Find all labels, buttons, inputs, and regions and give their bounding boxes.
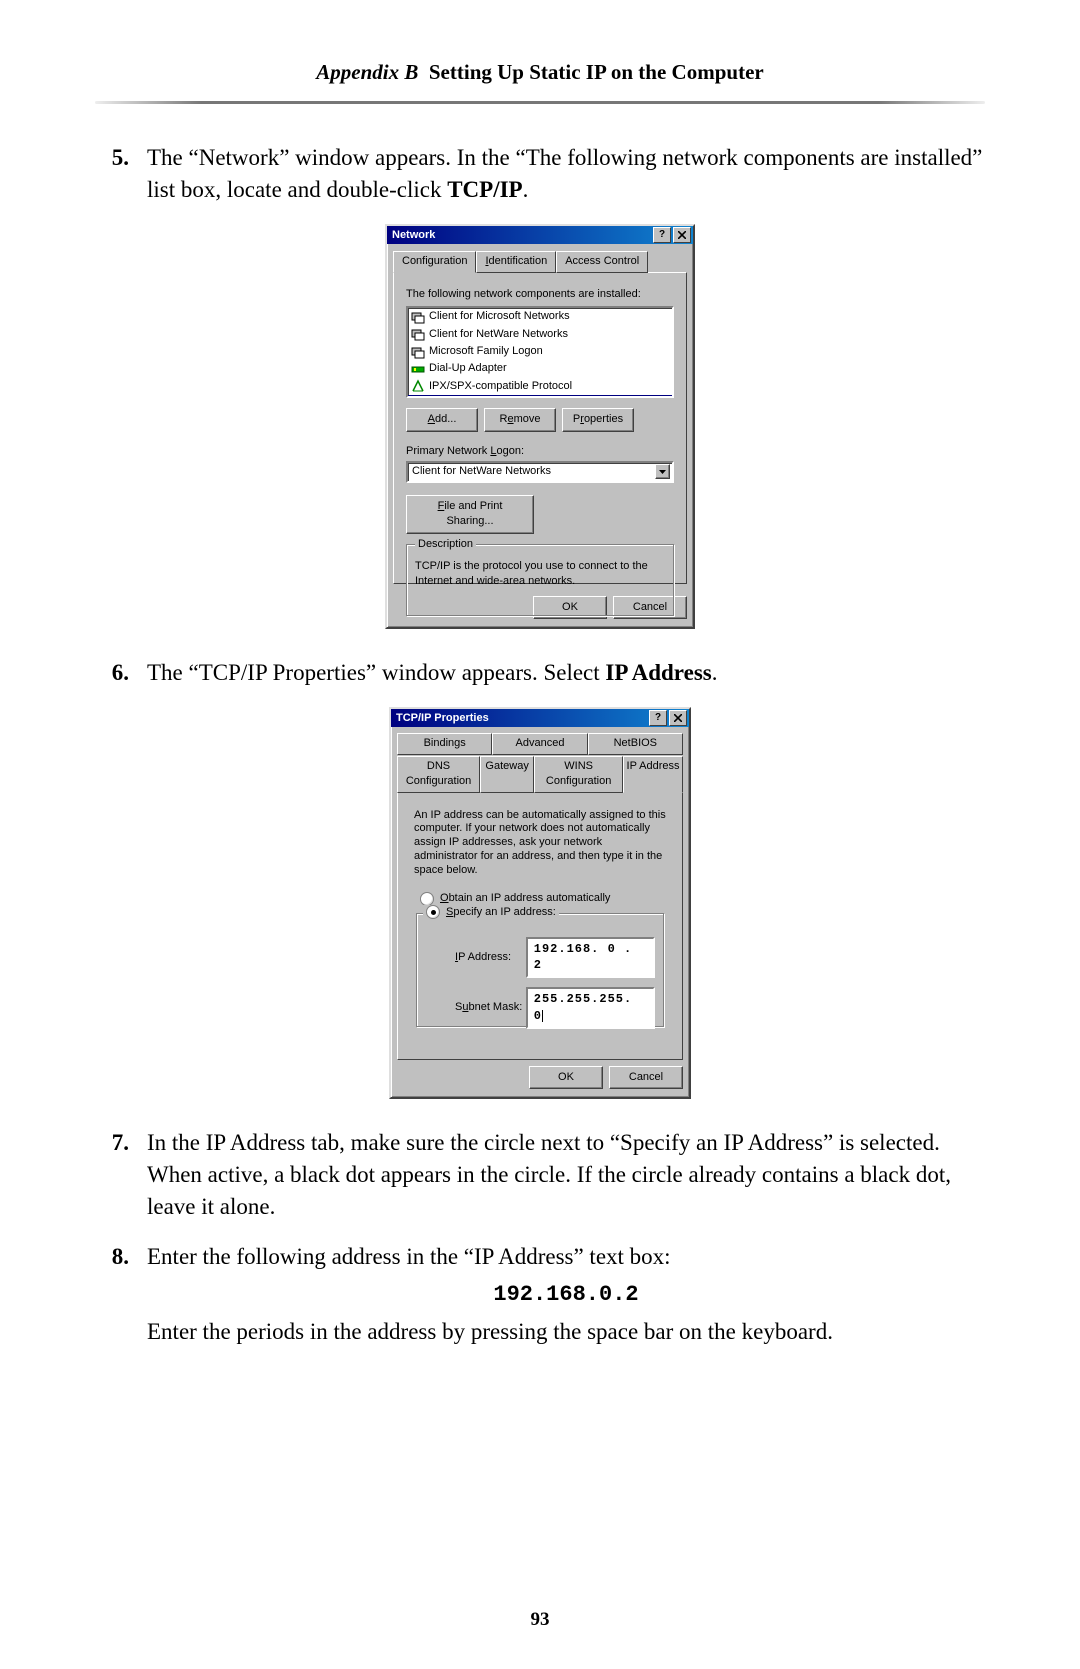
network-window: Network ? Configuration Identification A…: [385, 224, 695, 629]
titlebar[interactable]: TCP/IP Properties ?: [391, 709, 689, 727]
step-body: The “Network” window appears. In the “Th…: [147, 142, 985, 206]
list-item[interactable]: TCP/IP: [408, 395, 672, 398]
ok-button[interactable]: OK: [529, 1066, 603, 1089]
appendix-label: Appendix B: [316, 60, 418, 84]
client-icon: [411, 327, 425, 341]
description-groupbox: Description TCP/IP is the protocol you u…: [406, 544, 674, 616]
list-item-label: TCP/IP: [429, 396, 464, 398]
tab-netbios[interactable]: NetBIOS: [588, 733, 683, 754]
step-8-text-a: Enter the following address in the “IP A…: [147, 1244, 671, 1269]
step-6: 6. The “TCP/IP Properties” window appear…: [95, 657, 985, 689]
ip-address-label: IP Address:: [455, 950, 526, 965]
titlebar[interactable]: Network ?: [387, 226, 693, 244]
step-8-code: 192.168.0.2: [147, 1280, 985, 1311]
adapter-icon: [411, 362, 425, 376]
step-6-text-b: .: [712, 660, 718, 685]
tab-identification[interactable]: Identification: [476, 251, 556, 272]
primary-logon-select[interactable]: Client for NetWare Networks: [406, 461, 674, 483]
tab-advanced[interactable]: Advanced: [492, 733, 587, 754]
cancel-button[interactable]: Cancel: [609, 1066, 683, 1089]
list-item-label: Client for NetWare Networks: [429, 327, 568, 342]
tab-configuration[interactable]: Configuration: [393, 251, 476, 272]
step-body: In the IP Address tab, make sure the cir…: [147, 1127, 985, 1224]
list-item[interactable]: Client for NetWare Networks: [408, 326, 672, 343]
step-5-bold: TCP/IP: [447, 177, 522, 202]
step-number: 8.: [95, 1241, 147, 1348]
primary-logon-value: Client for NetWare Networks: [410, 464, 655, 479]
components-label: The following network components are ins…: [406, 287, 674, 302]
description-text: TCP/IP is the protocol you use to connec…: [415, 560, 648, 587]
step-6-bold: IP Address: [605, 660, 711, 685]
protocol-icon: [411, 397, 425, 398]
description-legend: Description: [415, 537, 476, 552]
page-title: Setting Up Static IP on the Computer: [429, 60, 764, 84]
tab-wins[interactable]: WINS Configuration: [534, 756, 623, 793]
radio-label: Specify an IP address:: [446, 905, 556, 920]
close-icon[interactable]: [669, 710, 687, 726]
step-number: 5.: [95, 142, 147, 206]
list-item[interactable]: Microsoft Family Logon: [408, 343, 672, 360]
step-5: 5. The “Network” window appears. In the …: [95, 142, 985, 206]
ip-info-text: An IP address can be automatically assig…: [414, 809, 666, 878]
properties-button[interactable]: Properties: [562, 408, 634, 431]
help-icon[interactable]: ?: [649, 710, 667, 726]
step-6-text-a: The “TCP/IP Properties” window appears. …: [147, 660, 605, 685]
list-item[interactable]: Dial-Up Adapter: [408, 360, 672, 377]
protocol-icon: [411, 379, 425, 393]
list-item[interactable]: IPX/SPX-compatible Protocol: [408, 378, 672, 395]
radio-specify[interactable]: Specify an IP address:: [426, 905, 556, 920]
list-item-label: IPX/SPX-compatible Protocol: [429, 379, 572, 394]
header-rule: [95, 101, 985, 104]
window-title: Network: [389, 228, 651, 243]
tab-bindings[interactable]: Bindings: [397, 733, 492, 754]
dropdown-icon[interactable]: [655, 464, 670, 479]
specify-group: Specify an IP address: IP Address: 192.1…: [416, 913, 664, 1027]
tab-dns[interactable]: DNS Configuration: [397, 756, 480, 793]
tab-panel-ip: An IP address can be automatically assig…: [397, 792, 683, 1060]
primary-logon-label: Primary Network Logon:: [406, 444, 674, 459]
tab-panel-configuration: The following network components are ins…: [393, 272, 687, 584]
add-button[interactable]: Add...: [406, 408, 478, 431]
client-icon: [411, 345, 425, 359]
subnet-mask-label: Subnet Mask:: [455, 1000, 526, 1015]
tab-gateway[interactable]: Gateway: [480, 756, 534, 793]
step-number: 7.: [95, 1127, 147, 1224]
step-number: 6.: [95, 657, 147, 689]
radio-icon: [426, 905, 440, 919]
close-icon[interactable]: [673, 227, 691, 243]
step-8: 8. Enter the following address in the “I…: [95, 1241, 985, 1348]
components-listbox[interactable]: Client for Microsoft Networks Client for…: [406, 306, 674, 398]
subnet-mask-value: 255.255.255. 0: [534, 992, 632, 1023]
tab-ip-address[interactable]: IP Address: [623, 756, 683, 793]
page-header: Appendix B Setting Up Static IP on the C…: [95, 60, 985, 101]
client-icon: [411, 310, 425, 324]
list-item-label: Client for Microsoft Networks: [429, 309, 570, 324]
window-title: TCP/IP Properties: [393, 711, 647, 726]
step-body: Enter the following address in the “IP A…: [147, 1241, 985, 1348]
step-7: 7. In the IP Address tab, make sure the …: [95, 1127, 985, 1224]
list-item-label: Microsoft Family Logon: [429, 344, 543, 359]
subnet-mask-input[interactable]: 255.255.255. 0: [526, 987, 655, 1029]
file-print-sharing-button[interactable]: File and Print Sharing...: [406, 495, 534, 534]
help-icon[interactable]: ?: [653, 227, 671, 243]
page-number: 93: [0, 1609, 1080, 1631]
tab-access-control[interactable]: Access Control: [556, 251, 648, 272]
step-5-text-b: .: [523, 177, 529, 202]
step-8-text-b: Enter the periods in the address by pres…: [147, 1319, 833, 1344]
remove-button[interactable]: Remove: [484, 408, 556, 431]
tcpip-properties-window: TCP/IP Properties ? Bindings Advanced Ne…: [389, 707, 691, 1099]
list-item[interactable]: Client for Microsoft Networks: [408, 308, 672, 325]
list-item-label: Dial-Up Adapter: [429, 361, 507, 376]
step-5-text-a: The “Network” window appears. In the “Th…: [147, 145, 982, 202]
step-body: The “TCP/IP Properties” window appears. …: [147, 657, 985, 689]
ip-address-input[interactable]: 192.168. 0 . 2: [526, 937, 655, 979]
